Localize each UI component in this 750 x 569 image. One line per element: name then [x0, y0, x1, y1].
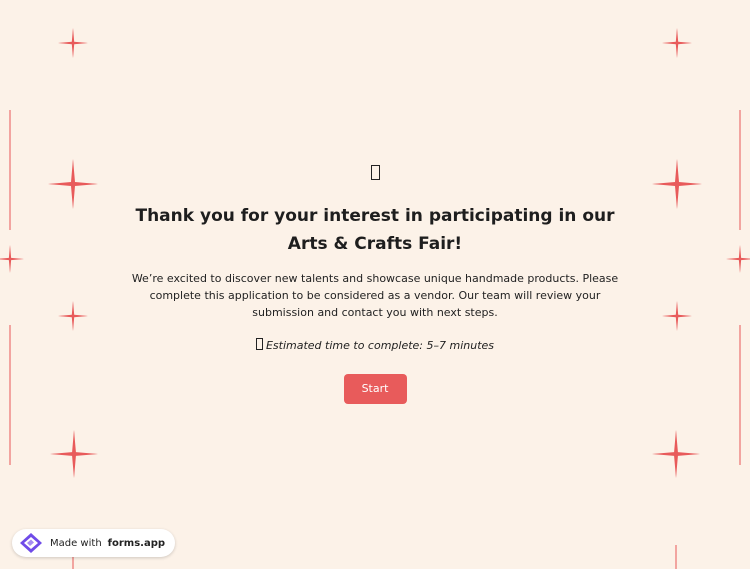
badge-brand: forms.app — [107, 537, 166, 549]
sparkle-right-top — [662, 28, 692, 58]
sparkle-right-edge — [726, 245, 750, 273]
welcome-screen: Thank you for your interest in participa… — [130, 160, 620, 404]
forms-app-logo-icon — [20, 533, 42, 553]
sparkle-left-large — [48, 159, 98, 209]
sparkle-left-top — [58, 28, 88, 58]
estimated-time-text: Estimated time to complete: 5–7 minutes — [265, 339, 495, 352]
start-button[interactable]: Start — [343, 374, 407, 404]
sparkle-left-edge — [0, 245, 24, 273]
sparkle-left-mid — [58, 301, 88, 331]
sparkle-right-mid — [662, 301, 692, 331]
clock-icon — [255, 338, 263, 350]
sparkle-right-bottom — [652, 430, 700, 478]
badge-prefix: Made with — [50, 537, 102, 549]
made-with-badge[interactable]: Made with forms.app — [12, 529, 176, 557]
sparkle-right-large — [652, 159, 702, 209]
welcome-description: We’re excited to discover new talents an… — [131, 272, 619, 319]
sparkle-left-bottom — [50, 430, 98, 478]
emoji-icon — [130, 160, 620, 184]
welcome-title: Thank you for your interest in participa… — [135, 206, 615, 254]
estimated-time: Estimated time to complete: 5–7 minutes — [130, 337, 620, 354]
